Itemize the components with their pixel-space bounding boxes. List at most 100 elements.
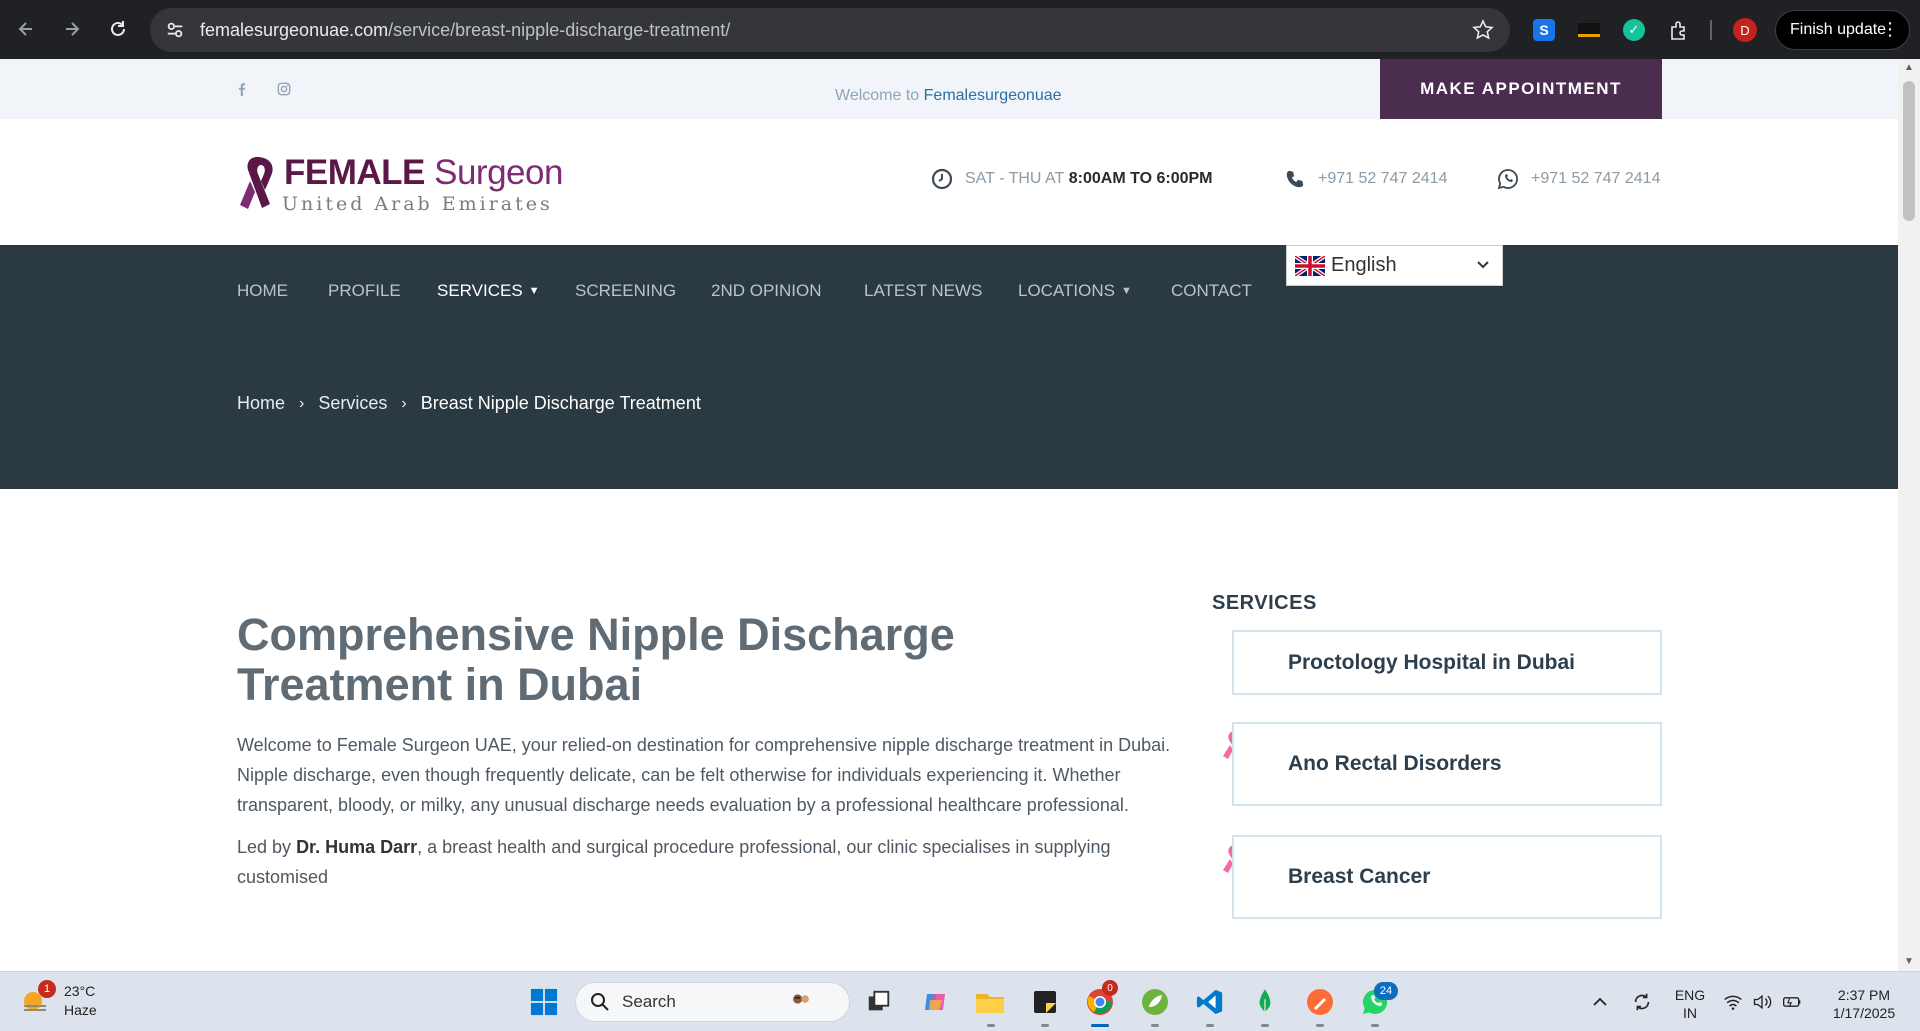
extension-grammar-icon[interactable]: ✓ <box>1622 18 1646 42</box>
hours-prefix: SAT - THU AT <box>965 170 1065 187</box>
lang-line2: IN <box>1683 1005 1697 1021</box>
clock-date: 1/17/2025 <box>1832 1005 1896 1021</box>
logo-subtitle: United Arab Emirates <box>282 193 553 215</box>
main-content: Comprehensive Nipple Discharge Treatment… <box>0 489 1898 971</box>
more-menu-icon[interactable]: ⋮ <box>1881 19 1899 39</box>
back-icon[interactable] <box>4 7 48 51</box>
service-label: Ano Rectal Disorders <box>1288 752 1502 775</box>
bookmark-star-icon[interactable] <box>1472 19 1494 41</box>
address-bar[interactable]: femalesurgeonuae.com/service/breast-nipp… <box>150 8 1510 52</box>
weather-widget[interactable]: 1 23°C Haze <box>20 980 97 1020</box>
breadcrumb-current: Breast Nipple Discharge Treatment <box>420 393 701 413</box>
active-indicator <box>1091 1024 1109 1027</box>
nav-contact[interactable]: CONTACT <box>1171 281 1252 301</box>
temperature: 23°C <box>64 983 96 999</box>
nav-2nd-opinion[interactable]: 2ND OPINION <box>711 281 822 301</box>
site-logo[interactable]: FEMALE Surgeon United Arab Emirates <box>236 149 563 219</box>
windows-start-icon[interactable] <box>526 984 562 1020</box>
breadcrumb: Home › Services › Breast Nipple Discharg… <box>237 393 701 414</box>
logo-light: Surgeon <box>434 153 563 192</box>
volume-icon[interactable] <box>1747 984 1777 1020</box>
chevron-right-icon: › <box>401 394 407 412</box>
nav-latest-news[interactable]: LATEST NEWS <box>864 281 982 301</box>
breadcrumb-services[interactable]: Services <box>318 393 387 414</box>
running-indicator <box>1371 1024 1379 1027</box>
site-info-icon[interactable] <box>164 19 186 41</box>
sticky-notes-icon[interactable] <box>1027 984 1063 1020</box>
webpage: Welcome to Femalesurgeonuae MAKE APPOINT… <box>0 59 1898 971</box>
clock-icon <box>931 168 953 190</box>
search-label: Search <box>622 992 676 1011</box>
chrome-icon[interactable]: 0 <box>1082 980 1118 1020</box>
browser-toolbar: femalesurgeonuae.com/service/breast-nipp… <box>0 0 1920 59</box>
language-selector[interactable]: English <box>1286 245 1503 286</box>
profile-initial: D <box>1733 18 1757 42</box>
chevron-right-icon: › <box>299 394 305 412</box>
url-host: femalesurgeonuae.com <box>200 19 389 40</box>
input-language[interactable]: ENG IN <box>1672 986 1708 1022</box>
vscode-icon[interactable] <box>1192 984 1228 1020</box>
welcome-link[interactable]: Femalesurgeonuae <box>924 87 1062 104</box>
scrollbar-thumb[interactable] <box>1903 81 1915 221</box>
chrome-badge: 0 <box>1102 980 1118 996</box>
nav-home[interactable]: HOME <box>237 281 288 301</box>
scroll-down-icon[interactable]: ▼ <box>1904 957 1914 967</box>
task-view-icon[interactable] <box>861 984 897 1020</box>
whatsapp-number[interactable]: +971 52 747 2414 <box>1531 170 1660 188</box>
service-link-proctology[interactable]: Proctology Hospital in Dubai <box>1232 630 1662 695</box>
phone-icon <box>1284 168 1306 190</box>
file-explorer-icon[interactable] <box>972 984 1008 1020</box>
breadcrumb-home[interactable]: Home <box>237 393 285 414</box>
windows-taskbar: 1 23°C Haze Search 0 24 ENG IN 2:37 PM 1… <box>0 971 1920 1031</box>
scroll-up-icon[interactable]: ▲ <box>1904 63 1914 73</box>
doctor-name: Dr. Huma Darr <box>296 837 418 857</box>
language-label: English <box>1331 254 1397 276</box>
copilot-icon[interactable] <box>917 984 953 1020</box>
page-scrollbar[interactable]: ▲ ▼ <box>1898 59 1920 971</box>
mongodb-icon[interactable] <box>1247 984 1283 1020</box>
extension-dark-icon[interactable] <box>1577 18 1601 42</box>
reload-icon[interactable] <box>96 7 140 51</box>
extension-s-icon[interactable]: S <box>1532 18 1556 42</box>
service-link-breast-cancer[interactable]: Breast Cancer <box>1232 835 1662 919</box>
whatsapp-info[interactable]: +971 52 747 2414 <box>1497 168 1660 190</box>
lang-line1: ENG <box>1674 987 1706 1003</box>
running-indicator <box>1206 1024 1214 1027</box>
facebook-icon[interactable] <box>234 81 250 97</box>
battery-icon[interactable] <box>1777 984 1807 1020</box>
intro-paragraph: Welcome to Female Surgeon UAE, your reli… <box>237 735 1171 815</box>
leaf-app-icon[interactable] <box>1137 984 1173 1020</box>
url-path: /service/breast-nipple-discharge-treatme… <box>388 19 731 40</box>
url-text[interactable]: femalesurgeonuae.com/service/breast-nipp… <box>200 20 730 41</box>
instagram-icon[interactable] <box>276 81 292 97</box>
make-appointment-button[interactable]: MAKE APPOINTMENT <box>1380 59 1662 119</box>
nav-locations[interactable]: LOCATIONS ▼ <box>1018 281 1132 301</box>
logo-title: FEMALE Surgeon <box>284 153 563 193</box>
phone-number[interactable]: +971 52 747 2414 <box>1318 170 1447 188</box>
profile-avatar[interactable]: D <box>1733 18 1757 42</box>
sidebar-title: SERVICES <box>1212 592 1317 614</box>
nav-screening[interactable]: SCREENING <box>575 281 676 301</box>
phone-info[interactable]: +971 52 747 2414 <box>1284 168 1447 190</box>
hours-value: 8:00AM TO 6:00PM <box>1068 170 1213 187</box>
chevron-down-icon <box>1477 261 1489 269</box>
finish-update-button[interactable]: Finish update ⋮ <box>1775 10 1910 50</box>
clock[interactable]: 2:37 PM 1/17/2025 <box>1820 986 1908 1022</box>
extensions-puzzle-icon[interactable] <box>1667 18 1691 42</box>
sync-icon[interactable] <box>1624 984 1660 1020</box>
nav-services[interactable]: SERVICES ▼ <box>437 281 540 301</box>
weather-condition: Haze <box>64 1002 97 1018</box>
clock-time: 2:37 PM <box>1837 987 1891 1003</box>
postman-icon[interactable] <box>1302 984 1338 1020</box>
chevron-down-icon: ▼ <box>528 285 540 297</box>
running-indicator <box>1151 1024 1159 1027</box>
wifi-icon[interactable] <box>1718 984 1748 1020</box>
nav-profile[interactable]: PROFILE <box>328 281 401 301</box>
welcome-text: Welcome to Femalesurgeonuae <box>835 87 1062 105</box>
service-link-ano-rectal[interactable]: Ano Rectal Disorders <box>1232 722 1662 806</box>
nav-services-label: SERVICES <box>437 281 523 300</box>
forward-icon[interactable] <box>50 7 94 51</box>
taskbar-search[interactable]: Search <box>575 982 850 1022</box>
chevron-up-icon[interactable] <box>1582 984 1618 1020</box>
uk-flag-icon <box>1295 255 1325 276</box>
